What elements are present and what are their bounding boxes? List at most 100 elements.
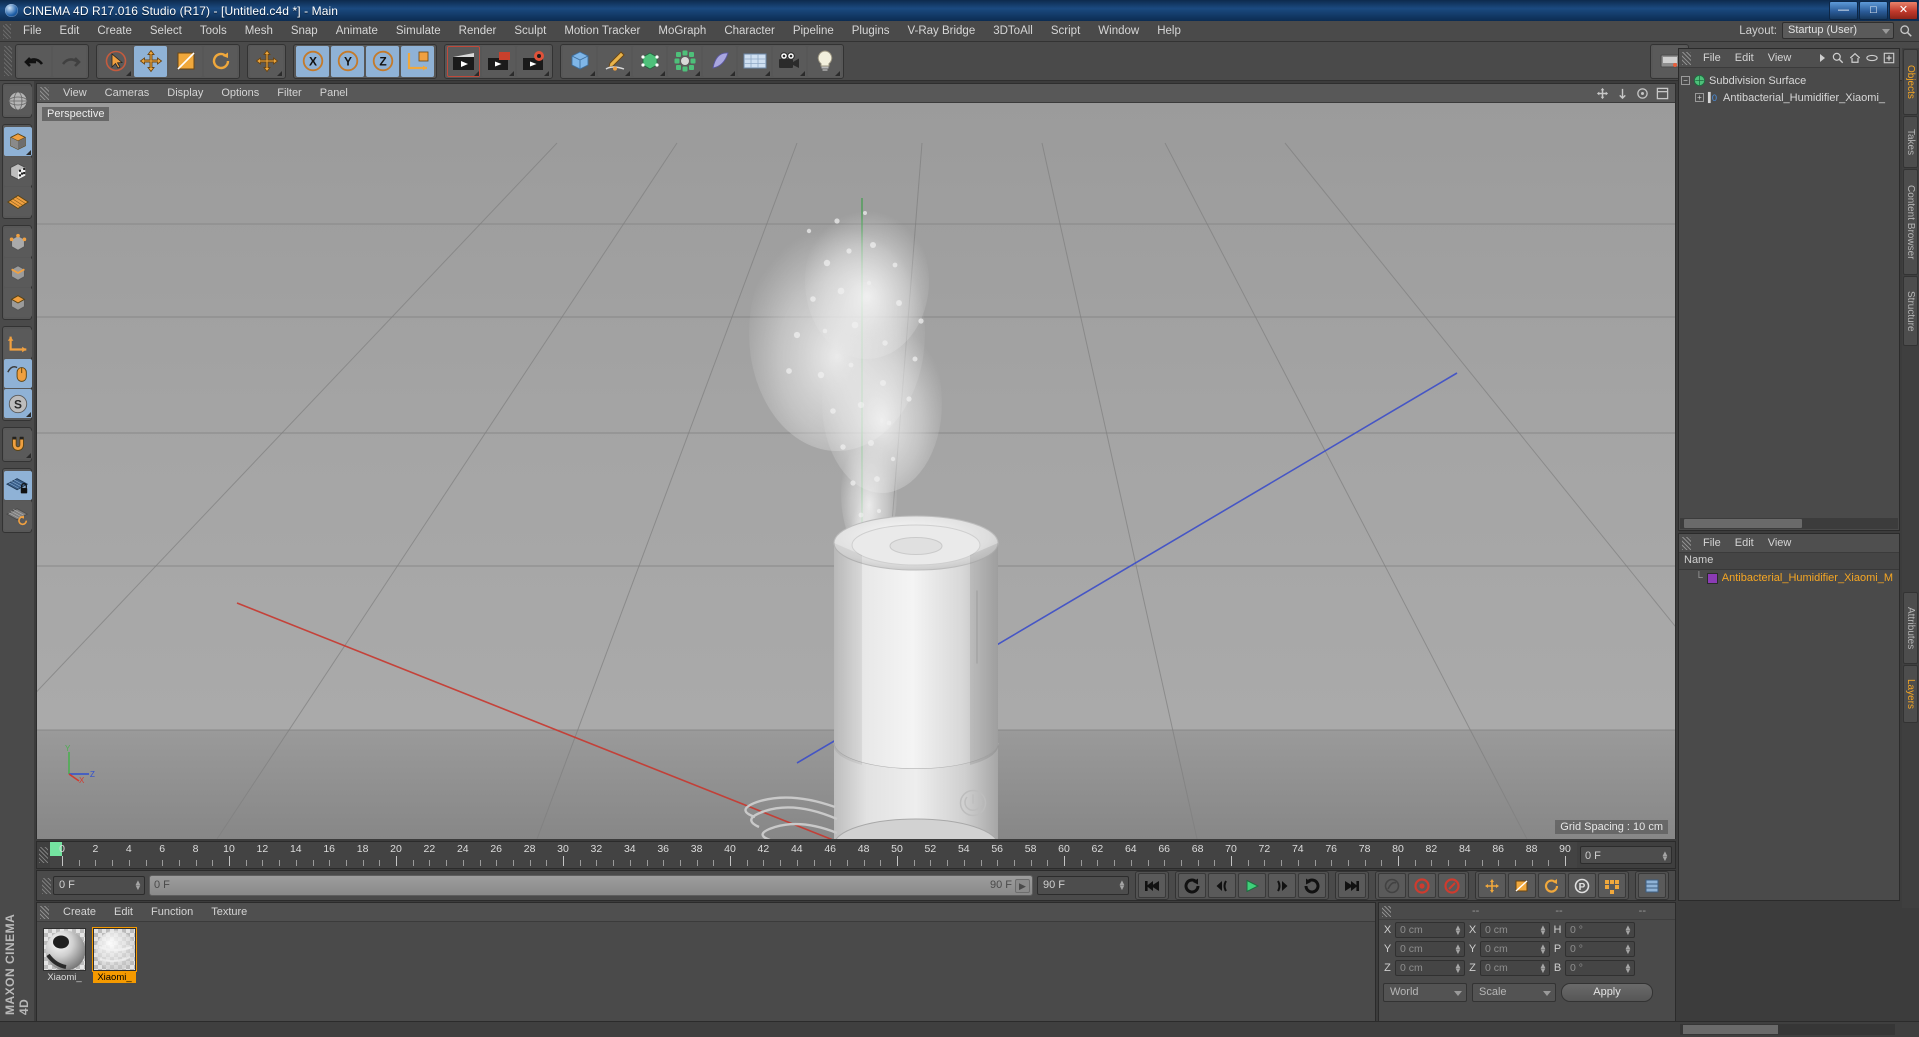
- material-menu-create[interactable]: Create: [54, 905, 105, 919]
- menu-render[interactable]: Render: [450, 23, 506, 39]
- object-manager-grip[interactable]: [1682, 51, 1691, 65]
- status-scrollbar[interactable]: [1680, 1024, 1895, 1035]
- menu-pipeline[interactable]: Pipeline: [784, 23, 843, 39]
- size-y-input[interactable]: 0 cm ▲ ▼: [1480, 941, 1550, 957]
- spinner-icon[interactable]: ▲ ▼: [1118, 879, 1126, 892]
- redo-button[interactable]: [53, 45, 86, 77]
- spinner-icon[interactable]: ▲ ▼: [1624, 924, 1632, 937]
- tab-content-browser[interactable]: Content Browser: [1903, 169, 1918, 275]
- record-button[interactable]: [1408, 873, 1436, 898]
- mouse-viewport-icon[interactable]: [4, 359, 32, 388]
- end-frame-field[interactable]: 90 F ▲ ▼: [1037, 876, 1129, 895]
- viewport-menu-display[interactable]: Display: [158, 86, 212, 100]
- position-x-input[interactable]: 0 cm ▲ ▼: [1395, 922, 1465, 938]
- apply-button[interactable]: Apply: [1561, 983, 1653, 1002]
- object-tree-row[interactable]: + 0 Antibacterial_Humidifier_Xiaomi_: [1681, 89, 1897, 106]
- timeline-track[interactable]: 0 2 4 6 8 10 12 14 16 18 20 22 24 26 28 30 32 34 36 38 40 42 4…: [50, 842, 1577, 868]
- move-alt-button[interactable]: [250, 45, 283, 77]
- viewport-menu-cameras[interactable]: Cameras: [96, 86, 159, 100]
- step-back-button[interactable]: [1208, 873, 1236, 898]
- expander-icon[interactable]: −: [1681, 76, 1690, 85]
- scrub-right-arrow-icon[interactable]: ▶: [1015, 879, 1030, 893]
- timeline-frame-field[interactable]: 0 F ▲ ▼: [1580, 846, 1672, 864]
- scale-key-button[interactable]: [1508, 873, 1536, 898]
- lock-workplane-icon[interactable]: [4, 471, 32, 500]
- add-layer-icon[interactable]: [1883, 52, 1895, 64]
- rotation-p-input[interactable]: 0 ° ▲ ▼: [1565, 941, 1635, 957]
- pla-key-button[interactable]: [1598, 873, 1626, 898]
- add-cube-button[interactable]: [563, 45, 596, 77]
- menu-plugins[interactable]: Plugins: [843, 23, 899, 39]
- add-nurbs-button[interactable]: [633, 45, 666, 77]
- render-to-picture-viewer-button[interactable]: [482, 45, 515, 77]
- menu-select[interactable]: Select: [141, 23, 191, 39]
- minimize-button[interactable]: —: [1829, 1, 1858, 20]
- layers-menu-edit[interactable]: Edit: [1728, 536, 1761, 550]
- play-reverse-button[interactable]: [1178, 873, 1206, 898]
- tab-objects[interactable]: Objects: [1903, 49, 1918, 115]
- maximize-view-icon[interactable]: [1656, 87, 1669, 100]
- lock-x-axis-button[interactable]: X: [296, 45, 329, 77]
- world-object-coordinates-button[interactable]: [401, 45, 434, 77]
- parameter-key-button[interactable]: P: [1568, 873, 1596, 898]
- move-tool-button[interactable]: [134, 45, 167, 77]
- add-deformer-button[interactable]: [703, 45, 736, 77]
- viewport-menu-options[interactable]: Options: [212, 86, 268, 100]
- material-menu-function[interactable]: Function: [142, 905, 202, 919]
- spinner-icon[interactable]: ▲ ▼: [1539, 962, 1547, 975]
- viewport-grip[interactable]: [40, 86, 49, 100]
- reset-workplane-icon[interactable]: [4, 501, 32, 530]
- home-icon[interactable]: [1849, 52, 1861, 64]
- add-light-button[interactable]: [808, 45, 841, 77]
- viewport-menu-view[interactable]: View: [54, 86, 96, 100]
- menu-script[interactable]: Script: [1042, 23, 1089, 39]
- close-button[interactable]: ✕: [1889, 1, 1918, 20]
- menu-mesh[interactable]: Mesh: [236, 23, 282, 39]
- viewport-menu-panel[interactable]: Panel: [311, 86, 357, 100]
- keyframe-settings-button[interactable]: [1638, 873, 1666, 898]
- material-menu-texture[interactable]: Texture: [202, 905, 256, 919]
- lock-y-axis-button[interactable]: Y: [331, 45, 364, 77]
- layers-menu-file[interactable]: File: [1696, 536, 1728, 550]
- workplane-mode-icon[interactable]: [4, 187, 32, 216]
- scrollbar-thumb[interactable]: [1684, 519, 1802, 528]
- add-floor-button[interactable]: [738, 45, 771, 77]
- menu-motion-tracker[interactable]: Motion Tracker: [555, 23, 649, 39]
- points-mode-icon[interactable]: [4, 228, 32, 257]
- spinner-icon[interactable]: ▲ ▼: [1454, 962, 1462, 975]
- magnet-snap-icon[interactable]: [4, 430, 32, 459]
- play-button[interactable]: [1238, 873, 1266, 898]
- spinner-icon[interactable]: ▲ ▼: [1624, 962, 1632, 975]
- material-item[interactable]: Xiaomi_: [43, 928, 86, 1030]
- edges-mode-icon[interactable]: [4, 258, 32, 287]
- size-x-input[interactable]: 0 cm ▲ ▼: [1480, 922, 1550, 938]
- menu-3dtoall[interactable]: 3DToAll: [984, 23, 1042, 39]
- undo-button[interactable]: [18, 45, 51, 77]
- menu-grip[interactable]: [3, 23, 11, 39]
- spinner-icon[interactable]: ▲ ▼: [134, 879, 142, 892]
- polygons-mode-icon[interactable]: [4, 288, 32, 317]
- layer-color-swatch[interactable]: [1706, 572, 1718, 584]
- object-mode-icon[interactable]: [4, 127, 32, 156]
- spinner-icon[interactable]: ▲ ▼: [1624, 943, 1632, 956]
- go-to-start-button[interactable]: [1138, 873, 1166, 898]
- scale-snap-icon[interactable]: S: [4, 389, 32, 418]
- texture-mode-icon[interactable]: [4, 157, 32, 186]
- step-forward-button[interactable]: [1268, 873, 1296, 898]
- go-to-end-button[interactable]: [1338, 873, 1366, 898]
- add-array-button[interactable]: [668, 45, 701, 77]
- tab-attributes[interactable]: Attributes: [1903, 592, 1918, 664]
- add-spline-pen-button[interactable]: [598, 45, 631, 77]
- menu-create[interactable]: Create: [88, 23, 141, 39]
- position-z-input[interactable]: 0 cm ▲ ▼: [1395, 960, 1465, 976]
- material-thumbnail[interactable]: [92, 927, 137, 972]
- tab-takes[interactable]: Takes: [1903, 116, 1918, 168]
- layout-dropdown[interactable]: Startup (User): [1782, 22, 1894, 39]
- coordinate-system-dropdown[interactable]: World: [1383, 983, 1467, 1002]
- scrollbar-thumb[interactable]: [1683, 1025, 1778, 1034]
- zoom-view-icon[interactable]: [1616, 87, 1629, 100]
- spinner-icon[interactable]: ▲ ▼: [1454, 943, 1462, 956]
- maximize-button[interactable]: □: [1859, 1, 1888, 20]
- spinner-icon[interactable]: ▲ ▼: [1539, 943, 1547, 956]
- position-key-button[interactable]: [1478, 873, 1506, 898]
